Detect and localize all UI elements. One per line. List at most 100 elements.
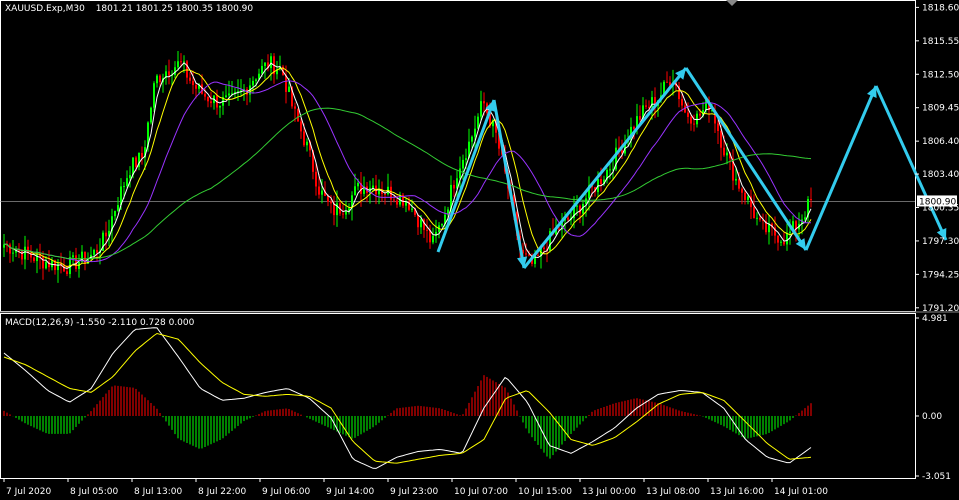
- candle-body: [12, 252, 14, 254]
- time-tick-label: 8 Jul 05:00: [70, 487, 119, 497]
- price-tick-label: 1791.20: [922, 304, 959, 314]
- candle-body: [543, 247, 545, 250]
- candle-body: [354, 186, 356, 196]
- candle-body: [300, 121, 302, 132]
- candle-body: [126, 178, 128, 186]
- price-tick-label: 1794.25: [922, 270, 959, 280]
- candle-body: [207, 96, 209, 102]
- current-price-label: 1800.90: [919, 197, 956, 207]
- candle-body: [24, 246, 26, 260]
- candle-body: [639, 116, 641, 120]
- candle-body: [153, 83, 155, 108]
- candle-body: [342, 213, 344, 215]
- candle-body: [804, 217, 806, 220]
- macd-tick-label: 0.00: [922, 412, 942, 422]
- candle-body: [474, 128, 476, 137]
- candle-body: [330, 201, 332, 204]
- candle-body: [609, 169, 611, 171]
- time-tick-label: 9 Jul 23:00: [390, 487, 439, 497]
- candle-body: [150, 107, 152, 123]
- macd-tick-label: -3.051: [922, 472, 951, 482]
- candle-body: [45, 261, 47, 269]
- candle-body: [717, 123, 719, 131]
- candle-body: [777, 235, 779, 243]
- ohlc-values: 1801.21 1801.25 1800.35 1800.90: [96, 4, 254, 14]
- time-tick-label: 13 Jul 16:00: [710, 487, 764, 497]
- candle-body: [558, 228, 560, 230]
- candle-body: [420, 219, 422, 228]
- candle-body: [96, 249, 98, 253]
- candle-body: [210, 101, 212, 104]
- candle-body: [252, 80, 254, 86]
- macd-header: MACD(12,26,9) -1.550 -2.110 0.728 0.000: [5, 318, 195, 328]
- candle-body: [378, 190, 380, 195]
- candle-body: [180, 61, 182, 63]
- candle-body: [780, 241, 782, 243]
- candle-body: [297, 108, 299, 122]
- candle-body: [204, 93, 206, 97]
- candle-body: [159, 75, 161, 83]
- candle-body: [72, 255, 74, 258]
- candle-body: [789, 231, 791, 234]
- candle-body: [459, 168, 461, 179]
- time-tick-label: 13 Jul 08:00: [646, 487, 700, 497]
- price-tick-label: 1809.45: [922, 104, 959, 114]
- candle-body: [315, 171, 317, 187]
- candle-body: [177, 61, 179, 68]
- candle-body: [666, 81, 668, 83]
- candle-body: [690, 116, 692, 124]
- candle-body: [633, 126, 635, 130]
- candle-body: [135, 157, 137, 167]
- candle-body: [225, 95, 227, 98]
- candle-body: [738, 178, 740, 189]
- candle-body: [720, 130, 722, 148]
- candle-body: [117, 205, 119, 211]
- candle-body: [810, 199, 812, 201]
- candle-body: [195, 85, 197, 89]
- candle-body: [36, 253, 38, 262]
- candle-body: [723, 147, 725, 156]
- candle-body: [687, 112, 689, 117]
- candle-body: [372, 185, 374, 188]
- time-tick-label: 8 Jul 13:00: [134, 487, 183, 497]
- symbol-label: XAUUSD.Exp,M30: [5, 4, 85, 14]
- candle-body: [93, 249, 95, 255]
- candle-body: [285, 75, 287, 92]
- candle-body: [57, 263, 59, 271]
- candle-body: [411, 208, 413, 210]
- candle-body: [441, 224, 443, 226]
- candle-body: [783, 241, 785, 245]
- candle-body: [396, 200, 398, 205]
- time-tick-label: 10 Jul 15:00: [518, 487, 572, 497]
- candle-body: [384, 194, 386, 196]
- candle-body: [645, 105, 647, 107]
- candle-body: [483, 101, 485, 104]
- candle-body: [759, 217, 761, 220]
- price-tick-label: 1818.60: [922, 3, 959, 13]
- candle-body: [288, 86, 290, 92]
- candle-body: [726, 152, 728, 156]
- candle-body: [255, 79, 257, 81]
- time-tick-label: 10 Jul 07:00: [454, 487, 508, 497]
- candle-body: [537, 255, 539, 257]
- chart-background: [0, 0, 959, 500]
- price-tick-label: 1812.50: [922, 70, 959, 80]
- candle-body: [357, 182, 359, 187]
- candle-body: [696, 113, 698, 125]
- candle-body: [699, 113, 701, 116]
- macd-tick-label: 4.981: [922, 314, 948, 324]
- candle-body: [294, 106, 296, 109]
- price-tick-label: 1815.55: [922, 37, 959, 47]
- candle-body: [600, 179, 602, 185]
- chart-canvas[interactable]: 1818.60 1815.55 1812.50 1809.45 1806.40 1803.…: [0, 0, 959, 500]
- time-tick-label: 13 Jul 00:00: [582, 487, 636, 497]
- time-tick-label: 9 Jul 06:00: [262, 487, 311, 497]
- candle-body: [303, 131, 305, 146]
- candle-body: [417, 214, 419, 228]
- candle-body: [462, 159, 464, 169]
- price-tick-label: 1797.30: [922, 237, 959, 247]
- time-tick-label: 8 Jul 22:00: [198, 487, 247, 497]
- symbol-header: XAUUSD.Exp,M30 1801.21 1801.25 1800.35 1…: [5, 4, 253, 14]
- candle-body: [228, 93, 230, 96]
- candle-body: [735, 178, 737, 181]
